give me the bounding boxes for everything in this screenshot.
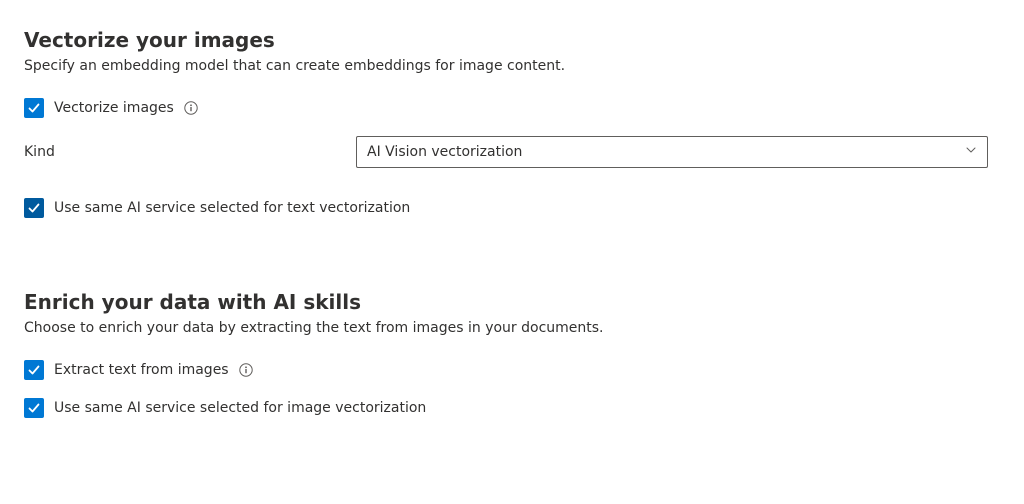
vectorize-images-row: Vectorize images [24,98,1000,118]
vectorize-images-checkbox[interactable] [24,98,44,118]
kind-row: Kind AI Vision vectorization [24,136,1000,168]
use-same-image-checkbox[interactable] [24,398,44,418]
use-same-image-label: Use same AI service selected for image v… [54,400,426,416]
vectorize-heading: Vectorize your images [24,28,1000,52]
use-same-text-label: Use same AI service selected for text ve… [54,200,410,216]
use-same-text-checkbox[interactable] [24,198,44,218]
enrich-subtitle: Choose to enrich your data by extracting… [24,320,1000,336]
extract-text-checkbox[interactable] [24,360,44,380]
check-icon [27,401,41,415]
check-icon [27,101,41,115]
info-icon[interactable] [239,363,253,377]
kind-label: Kind [24,144,356,160]
check-icon [27,201,41,215]
vectorize-section: Vectorize your images Specify an embeddi… [24,28,1000,218]
vectorize-images-label: Vectorize images [54,100,174,116]
extract-text-row: Extract text from images [24,360,1000,380]
vectorize-subtitle: Specify an embedding model that can crea… [24,58,1000,74]
use-same-text-row: Use same AI service selected for text ve… [24,198,1000,218]
enrich-heading: Enrich your data with AI skills [24,290,1000,314]
check-icon [27,363,41,377]
extract-text-label: Extract text from images [54,362,229,378]
chevron-down-icon [965,144,977,160]
enrich-section: Enrich your data with AI skills Choose t… [24,290,1000,418]
use-same-image-row: Use same AI service selected for image v… [24,398,1000,418]
info-icon[interactable] [184,101,198,115]
kind-select-value: AI Vision vectorization [367,144,522,160]
kind-select[interactable]: AI Vision vectorization [356,136,988,168]
